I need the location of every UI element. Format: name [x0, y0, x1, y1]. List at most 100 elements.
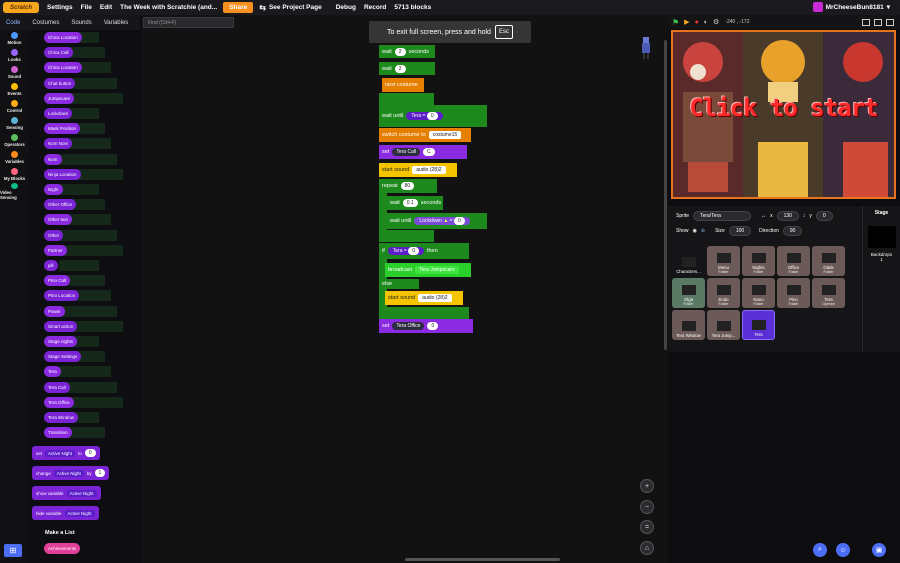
next-costume-block[interactable]: next costume [382, 78, 424, 92]
category-events[interactable]: Events [0, 81, 29, 98]
category-sound[interactable]: Sound [0, 64, 29, 81]
category-my-blocks[interactable]: My Blocks [0, 166, 29, 183]
variable-reporter[interactable]: Pino Call [44, 275, 71, 287]
x-input[interactable]: 130 [776, 211, 799, 221]
large-stage-icon[interactable] [874, 18, 882, 26]
variable-reporter[interactable]: Jumpscare [44, 92, 75, 104]
zoom-reset-icon[interactable]: = [640, 520, 654, 534]
variable-reporter[interactable]: Transition [44, 427, 72, 439]
small-stage-icon[interactable] [862, 18, 870, 26]
sound-dropdown[interactable]: audio (28)2 [418, 294, 452, 302]
variable-reporter[interactable]: Nom [44, 153, 62, 165]
stop-icon[interactable]: ● [695, 19, 699, 26]
make-list-button[interactable]: Make a List [45, 530, 75, 536]
debug-menu[interactable]: Debug [336, 4, 356, 11]
wait-value[interactable]: 0.1 [402, 199, 418, 207]
sprite-tile[interactable]: Office Folder [777, 246, 810, 276]
find-input[interactable]: Find (Ctrl+F) [143, 17, 234, 28]
list-reporter[interactable]: Achievements [44, 543, 81, 554]
variable-reporter[interactable]: Tera [44, 366, 61, 378]
value[interactable]: 0 [408, 247, 419, 255]
edit-menu[interactable]: Edit [100, 4, 112, 11]
wait-value[interactable]: 2 [394, 64, 406, 73]
variable-reporter[interactable]: Stage Settings [44, 351, 82, 363]
broadcast-dropdown[interactable]: Tera Jumpscare [415, 266, 459, 274]
var-dropdown[interactable]: Tera Office [392, 322, 425, 330]
set-variable-block[interactable]: set Tera Call C [379, 145, 467, 159]
size-input[interactable]: 100 [728, 226, 752, 236]
variable-reporter[interactable]: Other text [44, 214, 72, 226]
category-motion[interactable]: Motion [0, 30, 29, 47]
variable-op-block[interactable]: hide variable Active Night [32, 506, 99, 520]
add-extension-icon[interactable]: ⊞ [4, 544, 22, 557]
variable-dropdown[interactable]: Active Night [45, 449, 76, 457]
variable-reporter[interactable]: Pino Location [44, 290, 80, 302]
start-sound-block[interactable]: start sound audio (28)2 [385, 291, 463, 305]
wait-block[interactable]: wait 2 [379, 62, 435, 75]
sprite-tile[interactable]: Tera Opened [812, 278, 845, 308]
wait-block[interactable]: wait 0.1 seconds [387, 196, 443, 210]
variable-reporter[interactable]: Ninja Location [44, 168, 81, 180]
variable-op-block[interactable]: change Active Night by 1 [32, 466, 110, 480]
variable-dropdown[interactable]: Active Night [66, 489, 97, 497]
wait-value[interactable]: 2 [394, 47, 406, 56]
category-looks[interactable]: Looks [0, 47, 29, 64]
variable-reporter[interactable]: Other [44, 229, 64, 241]
category-video-sensing[interactable]: Video Sensing [0, 183, 29, 200]
green-flag-icon[interactable]: ⚑ [672, 18, 679, 27]
tab-sounds[interactable]: Sounds [65, 15, 97, 30]
user-menu[interactable]: MrCheeseBun8181 ▾ [812, 2, 890, 12]
sprite-tile[interactable]: Endo Folder [707, 278, 740, 308]
variable-reporter[interactable]: Chat button [44, 77, 76, 89]
show-visible-icon[interactable]: ◉ [693, 228, 697, 234]
if-block[interactable]: if Tera = 0 then [379, 243, 469, 259]
stage-target-pane[interactable]: Stage Backdrops 1 [862, 206, 900, 352]
script-area[interactable]: Find (Ctrl+F) To exit full screen, press… [141, 15, 668, 563]
variable-reporter[interactable]: Mask Position [44, 123, 81, 135]
direction-input[interactable]: 90 [782, 226, 803, 236]
start-sound-block[interactable]: start sound audio (28)2 [379, 163, 457, 177]
category-control[interactable]: Control [0, 98, 29, 115]
sprite-tile[interactable]: Tera Jump... [707, 310, 740, 340]
value[interactable]: 0 [426, 112, 438, 120]
settings-menu[interactable]: Settings [47, 4, 73, 11]
variable-reporter[interactable]: Night [44, 184, 63, 195]
see-project-page-button[interactable]: See Project Page [269, 4, 322, 11]
trash-icon[interactable]: ⌂ [640, 541, 654, 555]
repeat-count[interactable]: 80 [400, 182, 415, 190]
variable-reporter[interactable]: Other Office [44, 199, 77, 211]
share-button[interactable]: Share [223, 2, 254, 13]
variable-dropdown[interactable]: Active Night [64, 509, 95, 517]
sprite-tile[interactable]: Pino Folder [777, 278, 810, 308]
project-title[interactable]: The Week with Scratchie (and... [120, 4, 217, 11]
var-dropdown[interactable]: Tera Call [392, 148, 421, 156]
switch-costume-block[interactable]: switch costume to costume15 [379, 128, 471, 142]
variable-reporter[interactable]: pill [44, 260, 58, 271]
costume-dropdown[interactable]: costume15 [428, 131, 462, 139]
category-variables[interactable]: Variables [0, 149, 29, 166]
category-operators[interactable]: Operators [0, 132, 29, 149]
add-sprite-icon[interactable]: ☺ [836, 543, 850, 557]
scrollbar-horizontal[interactable] [405, 558, 560, 561]
sprite-tile[interactable]: Odds Folder [812, 246, 845, 276]
project-page-icon[interactable]: ⇆ [259, 3, 266, 12]
fullscreen-icon[interactable] [886, 18, 894, 26]
zoom-out-icon[interactable]: − [640, 500, 654, 514]
pause-icon[interactable]: ▶ [684, 18, 689, 26]
click-to-start-overlay[interactable]: Click to start [673, 94, 894, 122]
variable-reporter[interactable]: Lockdown [44, 108, 73, 119]
search-sprite-icon[interactable]: ⌕ [813, 543, 827, 557]
sprite-tile[interactable]: Nano Folder [742, 278, 775, 308]
tab-costumes[interactable]: Costumes [26, 15, 65, 30]
record-menu[interactable]: Record [364, 4, 386, 11]
value[interactable]: 0 [453, 217, 465, 225]
zoom-in-icon[interactable]: + [640, 479, 654, 493]
sprite-name-input[interactable]: Tera/Tera [693, 211, 752, 221]
variable-reporter[interactable]: Chica Location [44, 32, 82, 43]
variable-reporter[interactable]: Nom Nom [44, 138, 73, 150]
scratch-logo[interactable]: Scratch [3, 2, 39, 13]
value[interactable]: C [423, 148, 435, 156]
sound-dropdown[interactable]: audio (28)2 [412, 166, 446, 174]
add-backdrop-icon[interactable]: ▣ [872, 543, 886, 557]
wait-block[interactable]: wait 2 seconds [379, 45, 435, 58]
